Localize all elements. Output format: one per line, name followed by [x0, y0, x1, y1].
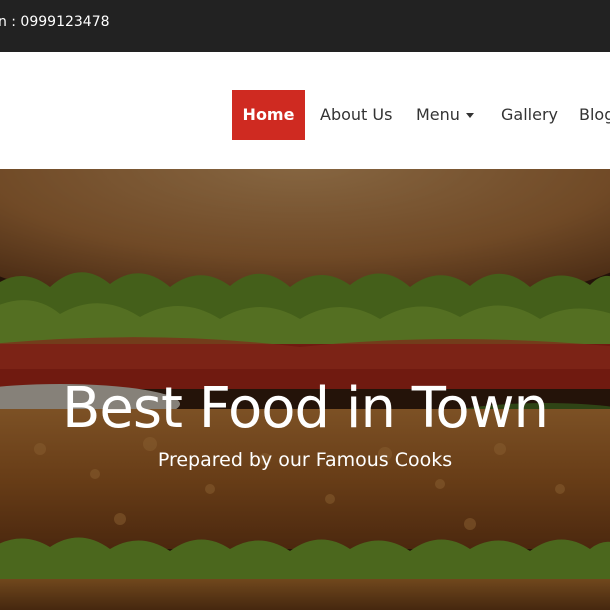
nav-item-menu[interactable]: Menu	[416, 90, 474, 140]
nav-item-label: About Us	[320, 105, 393, 124]
nav-item-label: Gallery	[501, 105, 558, 124]
nav-item-label: Home	[242, 105, 295, 124]
nav-item-label: Blog	[579, 105, 610, 124]
nav-item-blog[interactable]: Blog	[579, 90, 610, 140]
nav-item-gallery[interactable]: Gallery	[501, 90, 558, 140]
nav-item-home[interactable]: Home	[232, 90, 305, 140]
caret-down-icon	[465, 113, 474, 118]
top-info-bar: tion : 0999123478	[0, 0, 610, 52]
hero-title: Best Food in Town	[62, 376, 549, 441]
hero-subtitle: Prepared by our Famous Cooks	[157, 449, 453, 471]
navbar: Home About Us Menu Gallery Blog	[0, 52, 610, 169]
hero-banner: Best Food in Town Prepared by our Famous…	[0, 169, 610, 610]
nav-item-label: Menu	[416, 105, 460, 124]
nav-item-about-us[interactable]: About Us	[320, 90, 392, 140]
contact-text: tion : 0999123478	[0, 14, 110, 30]
